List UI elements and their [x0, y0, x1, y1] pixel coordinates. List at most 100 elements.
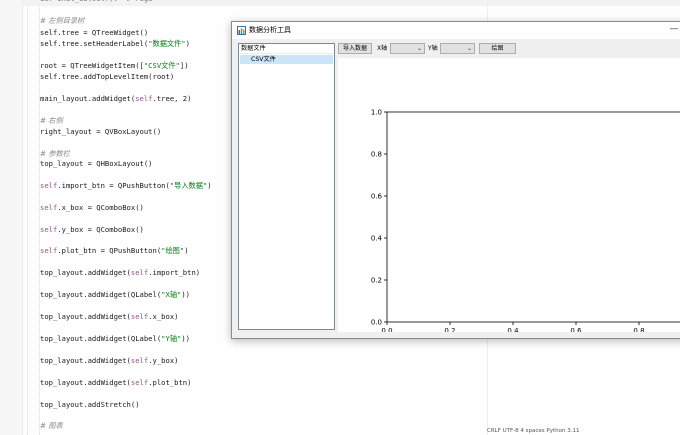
file-tree[interactable]: 数据文件 CSV文件: [238, 43, 335, 330]
code-token: main_layout.addWidget(: [40, 94, 136, 103]
code-token: self: [40, 181, 58, 190]
code-token: top_layout.addWidget(QLabel(: [40, 334, 162, 343]
code-token: "Y轴": [161, 334, 182, 343]
code-line: self.tree = QTreeWidget(): [40, 28, 148, 38]
code-token: ]): [179, 61, 189, 70]
tree-header: 数据文件: [239, 44, 334, 54]
code-token: ): [185, 39, 190, 48]
code-token: .y_box = QComboBox(): [57, 225, 144, 234]
code-line: top_layout.addWidget(self.y_box): [40, 356, 178, 366]
code-line: top_layout.addWidget(self.plot_btn): [40, 378, 191, 388]
title-bar[interactable]: 数据分析工具 —: [232, 22, 680, 39]
code-comment: # 参数栏: [40, 149, 70, 158]
status-bar: CRLF UTF-8 4 spaces Python 3.11: [487, 428, 580, 434]
code-line: right_layout = QVBoxLayout(): [40, 127, 161, 137]
x-tick-label: 0.0: [381, 327, 392, 332]
plot-axes-frame: [386, 111, 680, 323]
x-tick-label: 0.6: [570, 327, 582, 332]
code-token: "X轴": [161, 290, 182, 299]
code-token: self.tree.setHeaderLabel(: [40, 39, 149, 48]
code-token: ): [207, 181, 212, 190]
code-token: )): [181, 290, 190, 299]
code-line: top_layout = QHBoxLayout(): [40, 159, 153, 169]
code-token: self: [40, 203, 58, 212]
code-token: "绘图": [161, 246, 185, 255]
code-comment: # 左侧目录树: [40, 16, 85, 25]
code-line: self.plot_btn = QPushButton("绘图"): [40, 246, 189, 256]
chart: 0.0 0.2 0.4 0.6 0.8 1.0 0.0 0.2 0.4 0.6 0.8: [371, 109, 680, 332]
code-line: self.tree.addTopLevelItem(root): [40, 72, 174, 82]
y-axis-combo[interactable]: ⌄: [440, 43, 475, 54]
app-window[interactable]: 数据分析工具 — 数据文件 CSV文件 导入数据 X轴 ⌄ Y轴 ⌄ 绘图 0.…: [231, 21, 680, 339]
app-icon: [237, 26, 246, 35]
code-line: self.import_btn = QPushButton("导入数据"): [40, 181, 212, 191]
y-tick-label: 0.4: [371, 235, 383, 243]
y-tick-label: 0.2: [371, 277, 382, 285]
code-comment: # 图表: [40, 421, 63, 430]
code-line: root = QTreeWidgetItem(["CSV文件"]): [40, 61, 189, 71]
y-tick-label: 0.6: [371, 193, 383, 201]
tree-item-csv[interactable]: CSV文件: [240, 55, 333, 64]
code-token: .plot_btn = QPushButton(: [57, 246, 162, 255]
code-line: top_layout.addWidget(QLabel("Y轴")): [40, 334, 190, 344]
code-line: top_layout.addStretch(): [40, 400, 140, 410]
code-token: .y_box): [148, 356, 179, 365]
code-token: top_layout.addWidget(: [40, 356, 131, 365]
code-line: top_layout.addWidget(self.x_box): [40, 312, 178, 322]
import-button[interactable]: 导入数据: [338, 43, 372, 54]
code-token: top_layout = QHBoxLayout(): [40, 159, 153, 168]
code-token: root = QTreeWidgetItem([: [40, 61, 144, 70]
plot-canvas[interactable]: 0.0 0.2 0.4 0.6 0.8 1.0 0.0 0.2 0.4 0.6 0.8: [338, 58, 680, 332]
plot-button[interactable]: 绘图: [479, 43, 516, 54]
code-line: self.tree.setHeaderLabel("数据文件"): [40, 39, 190, 49]
y-tick-label: 0.0: [371, 319, 382, 327]
code-token: self.tree = QTreeWidget(): [40, 28, 149, 37]
code-token: top_layout.addStretch(): [40, 400, 140, 409]
code-token: .import_btn = QPushButton(: [57, 181, 170, 190]
code-line: def init_ui(self): # Page: [40, 0, 153, 4]
y-tick-label: 1.0: [371, 109, 382, 117]
code-token: self: [40, 246, 58, 255]
x-tick-label: 0.8: [633, 327, 644, 332]
code-comment: # 右侧: [40, 116, 63, 125]
chevron-down-icon: ⌄: [416, 45, 422, 52]
code-token: self.tree.addTopLevelItem(root): [40, 72, 175, 81]
code-token: ): [184, 246, 189, 255]
x-axis-label: X轴: [377, 45, 388, 52]
code-token: )): [181, 334, 190, 343]
x-tick-label: 0.2: [444, 327, 455, 332]
indent-guide: [27, 6, 28, 435]
code-token: "CSV文件": [143, 61, 180, 70]
code-token: .x_box): [148, 312, 179, 321]
y-tick-label: 0.8: [371, 151, 382, 159]
code-token: top_layout.addWidget(: [40, 312, 131, 321]
x-axis-combo[interactable]: ⌄: [390, 43, 425, 54]
code-token: .import_btn): [148, 268, 201, 277]
code-token: .tree, 2): [152, 94, 192, 103]
code-line: main_layout.addWidget(self.tree, 2): [40, 94, 191, 104]
window-title: 数据分析工具: [249, 26, 291, 34]
code-line: self.x_box = QComboBox(): [40, 203, 144, 213]
editor-gutter: [0, 0, 23, 435]
code-token: top_layout.addWidget(: [40, 378, 131, 387]
code-token: self: [130, 312, 149, 321]
code-line: top_layout.addWidget(QLabel("X轴")): [40, 290, 190, 300]
minimize-button[interactable]: —: [666, 22, 680, 38]
chevron-down-icon: ⌄: [466, 45, 472, 52]
code-line: top_layout.addWidget(self.import_btn): [40, 268, 200, 278]
code-token: self: [130, 268, 149, 277]
x-tick-label: 0.4: [507, 327, 519, 332]
code-token: .plot_btn): [148, 378, 192, 387]
code-token: "导入数据": [169, 181, 208, 190]
code-token: top_layout.addWidget(QLabel(: [40, 290, 162, 299]
code-token: self: [130, 356, 149, 365]
code-token: "数据文件": [148, 39, 186, 48]
code-token: self: [135, 94, 153, 103]
code-token: .x_box = QComboBox(): [57, 203, 144, 212]
y-axis-label: Y轴: [428, 45, 438, 52]
code-token: self: [130, 378, 149, 387]
code-token: right_layout = QVBoxLayout(): [40, 127, 162, 136]
code-line: self.y_box = QComboBox(): [40, 225, 144, 235]
code-token: self: [40, 225, 58, 234]
code-token: top_layout.addWidget(: [40, 268, 131, 277]
